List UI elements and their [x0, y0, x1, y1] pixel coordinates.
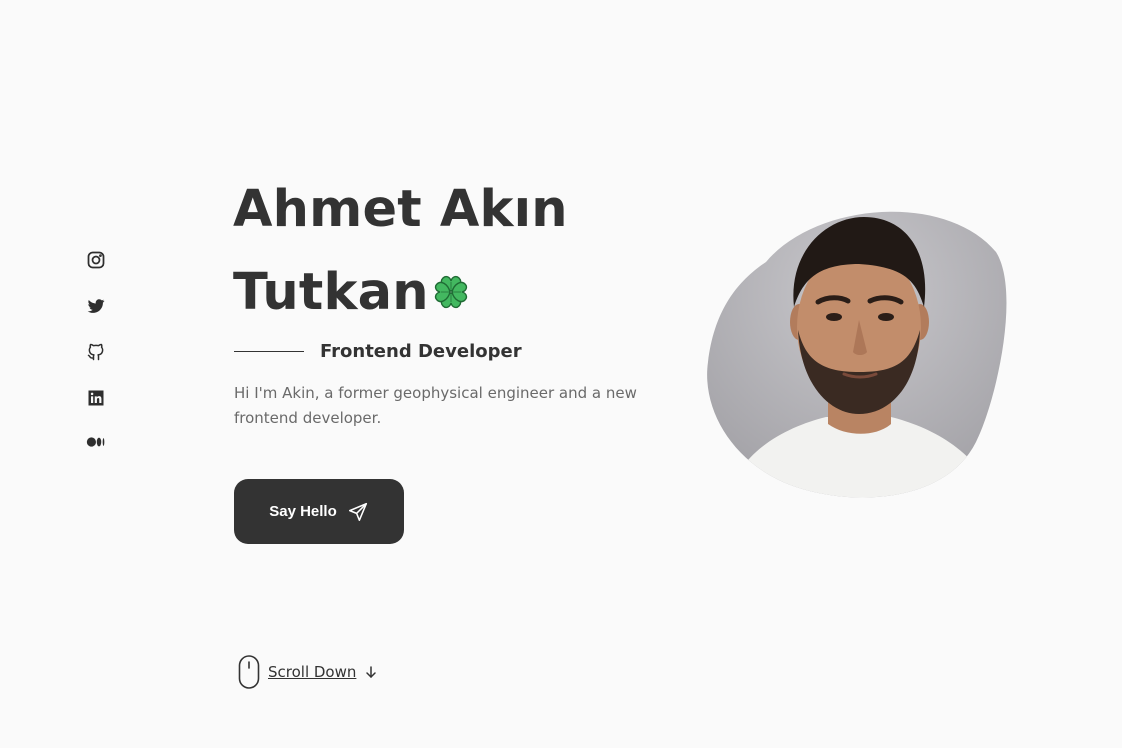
mouse-icon: [238, 655, 260, 689]
subtitle-row: Frontend Developer: [234, 338, 522, 364]
four-leaf-clover-icon: [434, 275, 467, 309]
hero-subtitle: Frontend Developer: [320, 340, 522, 362]
scroll-down-label: Scroll Down: [268, 663, 357, 681]
hero-title: Ahmet Akın Tutkan: [233, 168, 568, 334]
say-hello-button[interactable]: Say Hello: [234, 479, 404, 544]
hero-description: Hi I'm Akin, a former geophysical engine…: [234, 384, 637, 427]
instagram-icon[interactable]: [86, 250, 106, 270]
arrow-down-icon: [366, 666, 377, 678]
scroll-down-link[interactable]: Scroll Down: [238, 655, 378, 689]
send-icon: [348, 502, 367, 521]
subtitle-divider: [234, 350, 304, 352]
title-line-1: Ahmet Akın: [233, 180, 568, 239]
linkedin-icon[interactable]: [86, 388, 106, 408]
medium-icon[interactable]: [86, 432, 106, 452]
twitter-icon[interactable]: [86, 296, 106, 316]
title-line-2-wrap: Tutkan: [233, 251, 568, 334]
title-line-2: Tutkan: [233, 263, 429, 322]
say-hello-label: Say Hello: [269, 503, 337, 520]
github-icon[interactable]: [86, 342, 106, 362]
profile-photo: [707, 211, 1007, 498]
